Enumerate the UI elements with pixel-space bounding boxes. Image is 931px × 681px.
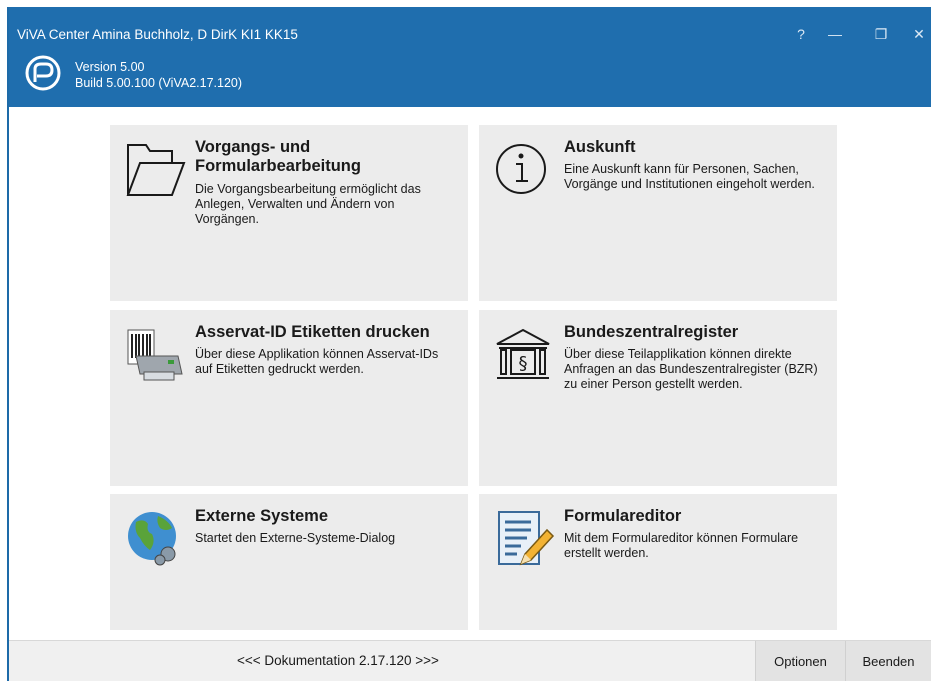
documentation-link[interactable]: <<< Dokumentation 2.17.120 >>> [237,653,439,668]
window-title: ViVA Center Amina Buchholz, D DirK KI1 K… [17,27,298,42]
title-bar: ViVA Center Amina Buchholz, D DirK KI1 K… [9,7,931,107]
tile-title: Bundeszentralregister [564,323,739,341]
footer-bar: <<< Dokumentation 2.17.120 >>> Optionen … [9,640,931,681]
tile-title: Formulareditor [564,507,682,525]
tile-title: Externe Systeme [195,507,328,525]
tile-vorgangsbearbeitung[interactable]: Vorgangs- und Formularbearbeitung Die Vo… [110,125,468,301]
tile-description: Mit dem Formulareditor können Formulare … [564,531,799,560]
minimize-button[interactable]: — [821,23,849,45]
folder-icon [126,144,186,196]
help-button[interactable]: ? [787,23,815,45]
tile-auskunft[interactable]: Auskunft Eine Auskunft kann für Personen… [479,125,837,301]
maximize-button[interactable]: ❐ [867,23,895,45]
tile-description: Die Vorgangsbearbeitung ermöglicht das A… [195,182,421,226]
svg-text:§: § [519,353,528,374]
version-label: Version 5.00 [75,60,145,74]
tile-description: Über diese Applikation können Asservat-I… [195,347,439,376]
build-label: Build 5.00.100 (ViVA2.17.120) [75,76,243,90]
info-icon [496,144,546,194]
tile-bundeszentralregister[interactable]: § Bundeszentralregister Über diese Teila… [479,310,837,486]
main-window: ViVA Center Amina Buchholz, D DirK KI1 K… [7,7,931,681]
tile-description: Startet den Externe-Systeme-Dialog [195,531,396,545]
tile-title: Asservat-ID Etiketten drucken [195,323,430,341]
close-button[interactable]: ✕ [905,23,931,45]
viva-logo-icon [25,55,61,91]
tile-title: Auskunft [564,138,636,156]
tile-formulareditor[interactable]: Formulareditor Mit dem Formulareditor kö… [479,494,837,630]
tile-title: Vorgangs- und Formularbearbeitung [195,138,361,175]
tile-description: Eine Auskunft kann für Personen, Sachen,… [564,162,815,191]
tile-externe-systeme[interactable]: Externe Systeme Startet den Externe-Syst… [110,494,468,630]
version-info: Version 5.00 Build 5.00.100 (ViVA2.17.12… [75,59,242,91]
quit-button[interactable]: Beenden [845,641,931,681]
label-printer-icon [127,329,183,381]
tile-asservat-etiketten[interactable]: Asservat-ID Etiketten drucken Über diese… [110,310,468,486]
form-editor-icon [498,511,555,566]
options-button[interactable]: Optionen [755,641,845,681]
globe-icon [128,512,176,566]
court-building-icon: § [496,328,550,379]
tile-description: Über diese Teilapplikation können direkt… [564,347,818,391]
